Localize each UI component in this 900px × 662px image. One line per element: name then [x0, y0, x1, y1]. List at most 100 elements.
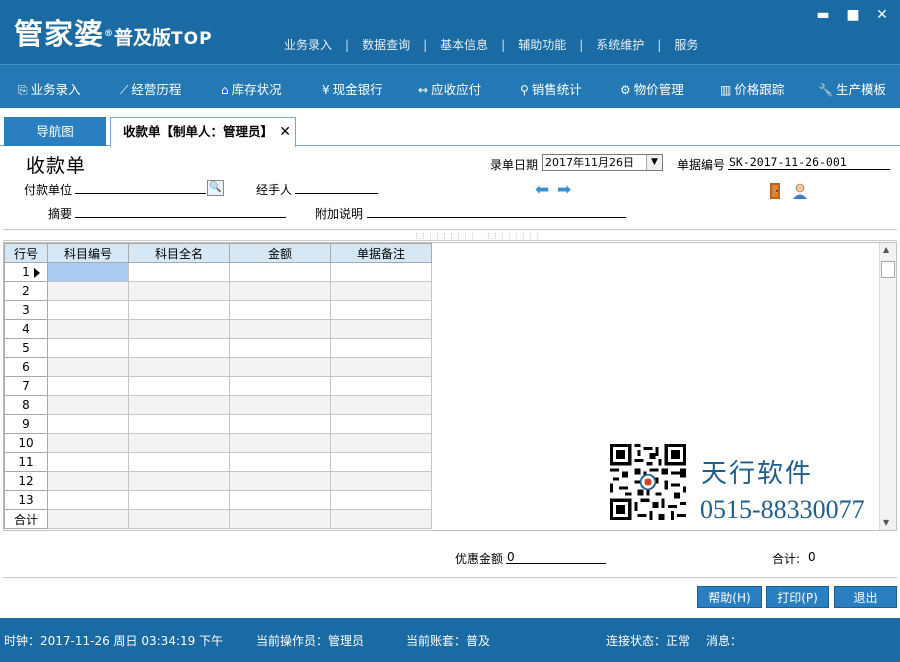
- help-button[interactable]: 帮助(H): [697, 586, 762, 608]
- grid-cell[interactable]: [47, 262, 129, 282]
- summary-input[interactable]: [75, 217, 286, 218]
- grid-cell[interactable]: [330, 376, 432, 396]
- grid-cell[interactable]: [229, 433, 331, 453]
- grid-cell[interactable]: [330, 300, 432, 320]
- grid-cell[interactable]: [330, 414, 432, 434]
- column-header-row-no[interactable]: 行号: [4, 243, 48, 263]
- tab-navigation[interactable]: 导航图: [4, 117, 106, 146]
- grid-cell[interactable]: [47, 452, 129, 472]
- grid-cell[interactable]: [229, 471, 331, 491]
- tab-close-icon[interactable]: ✕: [279, 118, 291, 146]
- grid-cell[interactable]: [330, 471, 432, 491]
- grid-cell[interactable]: [128, 490, 230, 510]
- toolbar-business-history[interactable]: ⟋ 经营历程: [120, 79, 181, 98]
- grid-cell[interactable]: [47, 300, 129, 320]
- door-icon[interactable]: [769, 183, 781, 199]
- grid-cell[interactable]: [229, 414, 331, 434]
- grid-cell[interactable]: [229, 490, 331, 510]
- grid-cell[interactable]: [330, 319, 432, 339]
- grid-cell[interactable]: [330, 433, 432, 453]
- top-menu-business-entry[interactable]: 业务录入: [284, 38, 332, 52]
- grid-cell[interactable]: [47, 490, 129, 510]
- discount-input[interactable]: [506, 563, 606, 564]
- toolbar-inventory-status[interactable]: ⌂ 库存状况: [221, 79, 282, 98]
- handler-input[interactable]: [295, 193, 378, 194]
- search-icon[interactable]: 🔍: [207, 180, 224, 196]
- grid-cell[interactable]: [330, 490, 432, 510]
- grid-cell[interactable]: [128, 357, 230, 377]
- grid-cell[interactable]: [229, 376, 331, 396]
- grid-cell[interactable]: [47, 433, 129, 453]
- grid-cell[interactable]: [128, 376, 230, 396]
- table-row[interactable]: 1: [4, 262, 432, 282]
- grid-cell[interactable]: [47, 395, 129, 415]
- toolbar-production-template[interactable]: 🔧 生产模板: [818, 79, 886, 98]
- arrow-left-icon[interactable]: ⬅: [535, 181, 549, 199]
- table-row[interactable]: 4: [4, 319, 432, 339]
- scroll-up-icon[interactable]: ▲: [883, 245, 889, 254]
- column-header-amount[interactable]: 金额: [229, 243, 331, 263]
- vertical-scrollbar[interactable]: ▲ ▼: [879, 243, 896, 530]
- grid-cell[interactable]: [229, 357, 331, 377]
- grid-cell[interactable]: [47, 414, 129, 434]
- table-row[interactable]: 6: [4, 357, 432, 377]
- table-row[interactable]: 12: [4, 471, 432, 491]
- grid-cell[interactable]: [330, 357, 432, 377]
- grid-cell[interactable]: [47, 376, 129, 396]
- grid-cell[interactable]: [229, 395, 331, 415]
- grid-cell[interactable]: [330, 262, 432, 282]
- scroll-down-icon[interactable]: ▼: [883, 518, 889, 527]
- top-menu-basic-info[interactable]: 基本信息: [440, 38, 488, 52]
- table-row[interactable]: 2: [4, 281, 432, 301]
- chevron-down-icon[interactable]: ▼: [646, 155, 662, 170]
- top-menu-data-query[interactable]: 数据查询: [362, 38, 410, 52]
- grid-cell[interactable]: [128, 395, 230, 415]
- grid-cell[interactable]: [229, 262, 331, 282]
- payer-input[interactable]: [75, 193, 206, 194]
- grid-cell[interactable]: [330, 281, 432, 301]
- grid-cell[interactable]: [47, 319, 129, 339]
- table-row[interactable]: 11: [4, 452, 432, 472]
- toolbar-price-management[interactable]: ⚙ 物价管理: [620, 79, 684, 98]
- grid-cell[interactable]: [128, 471, 230, 491]
- grid-cell[interactable]: [330, 452, 432, 472]
- print-button[interactable]: 打印(P): [766, 586, 829, 608]
- docno-value[interactable]: SK-2017-11-26-001: [729, 155, 847, 169]
- grid-cell[interactable]: [229, 452, 331, 472]
- close-icon[interactable]: ✕: [874, 6, 890, 24]
- table-row[interactable]: 10: [4, 433, 432, 453]
- table-row[interactable]: 7: [4, 376, 432, 396]
- discount-value[interactable]: 0: [507, 550, 515, 564]
- grid-cell[interactable]: [229, 300, 331, 320]
- maximize-icon[interactable]: ■: [845, 6, 861, 24]
- scroll-thumb[interactable]: [881, 261, 895, 278]
- toolbar-cash-bank[interactable]: ¥ 现金银行: [322, 79, 383, 98]
- grid-cell[interactable]: [47, 338, 129, 358]
- exit-button[interactable]: 退出: [834, 586, 897, 608]
- grid-cell[interactable]: [128, 414, 230, 434]
- grid-cell[interactable]: [229, 319, 331, 339]
- table-row[interactable]: 5: [4, 338, 432, 358]
- grid-cell[interactable]: [47, 471, 129, 491]
- top-menu-system-maintenance[interactable]: 系统维护: [596, 38, 644, 52]
- arrow-right-icon[interactable]: ➡: [557, 181, 571, 199]
- column-header-subject-code[interactable]: 科目编号: [47, 243, 129, 263]
- top-menu-aux-functions[interactable]: 辅助功能: [518, 38, 566, 52]
- tab-receipt[interactable]: 收款单【制单人：管理员】 ✕: [110, 117, 296, 147]
- grid-cell[interactable]: [47, 357, 129, 377]
- top-menu-service[interactable]: 服务: [674, 38, 698, 52]
- grid-cell[interactable]: [128, 319, 230, 339]
- grid-cell[interactable]: [330, 395, 432, 415]
- grid-cell[interactable]: [47, 281, 129, 301]
- table-row[interactable]: 9: [4, 414, 432, 434]
- table-row[interactable]: 13: [4, 490, 432, 510]
- grid-cell[interactable]: [128, 452, 230, 472]
- table-row[interactable]: 8: [4, 395, 432, 415]
- date-picker[interactable]: 2017年11月26日 ▼: [542, 154, 663, 171]
- minimize-icon[interactable]: ▬: [815, 6, 831, 24]
- toolbar-receivables-payables[interactable]: ↔ 应收应付: [418, 79, 481, 98]
- splitter-handle[interactable]: ⋮⋮⋮⋮⋮⋮⋮⋮⋮ ⋮⋮⋮⋮⋮⋮⋮⋮: [3, 229, 897, 241]
- grid-cell[interactable]: [128, 433, 230, 453]
- grid-cell[interactable]: [128, 300, 230, 320]
- user-icon[interactable]: [792, 183, 808, 199]
